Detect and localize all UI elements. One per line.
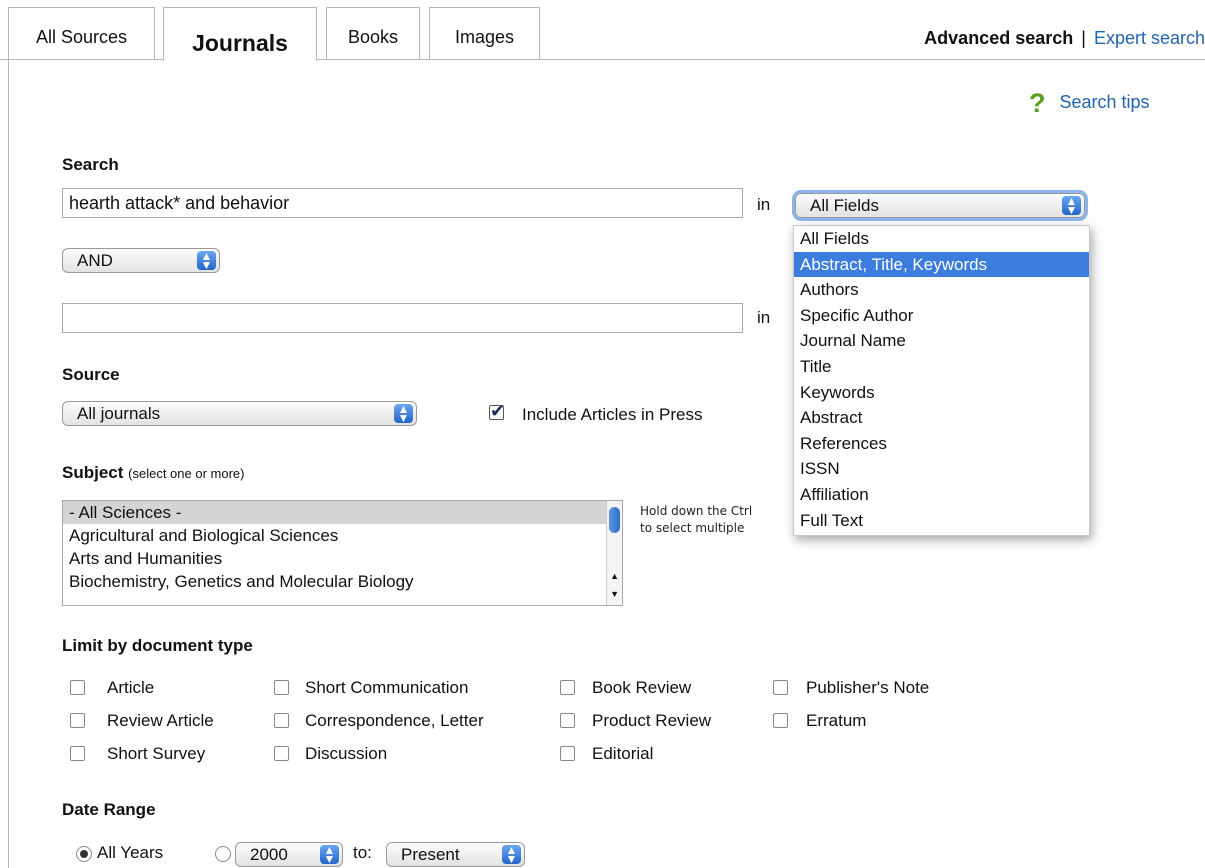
subject-label: Subject: [62, 463, 124, 482]
dropdown-option[interactable]: Authors: [794, 277, 1089, 303]
doc-type-checkbox[interactable]: [773, 680, 788, 695]
dropdown-option[interactable]: Specific Author: [794, 303, 1089, 329]
doc-type-checkbox[interactable]: [70, 713, 85, 728]
search-tips-link[interactable]: ? Search tips: [1029, 88, 1150, 119]
to-year-value: Present: [401, 845, 460, 864]
doc-type-checkbox[interactable]: [274, 746, 289, 761]
dropdown-option[interactable]: Journal Name: [794, 328, 1089, 354]
select-arrows-icon: ▲ ▼: [1062, 195, 1081, 216]
search-tips-label: Search tips: [1059, 92, 1150, 112]
tab-label: Journals: [192, 30, 288, 56]
search-input-1[interactable]: hearth attack* and behavior: [62, 188, 743, 218]
source-select[interactable]: All journals ▲ ▼: [62, 401, 417, 426]
include-press-checkbox[interactable]: [489, 401, 505, 422]
from-year-value: 2000: [250, 845, 288, 864]
tab-journals[interactable]: Journals: [163, 7, 317, 61]
help-line-1: Hold down the Ctrl: [640, 504, 753, 518]
doc-type-label: Short Survey: [107, 744, 206, 763]
all-years-label: All Years: [97, 843, 164, 862]
doc-type-label: Article: [107, 678, 155, 697]
list-item[interactable]: - All Sciences -: [63, 501, 622, 524]
subject-help-text: Hold down the Ctrl to select multiple: [640, 503, 752, 537]
source-select-value: All journals: [77, 404, 161, 423]
doc-type-label: Short Communication: [305, 678, 469, 697]
dropdown-option[interactable]: ISSN: [794, 456, 1089, 482]
doc-type-label: Discussion: [305, 744, 388, 763]
dropdown-option[interactable]: All Fields: [794, 226, 1089, 252]
doc-type-checkbox[interactable]: [773, 713, 788, 728]
subject-heading: Subject (select one or more): [62, 463, 244, 483]
tab-books[interactable]: Books: [326, 7, 420, 59]
doc-type-checkbox[interactable]: [560, 680, 575, 695]
select-arrows-icon: ▲ ▼: [394, 403, 413, 424]
dropdown-option[interactable]: Affiliation: [794, 482, 1089, 508]
scrollbar-thumb[interactable]: [609, 507, 620, 533]
tab-label: Books: [347, 27, 399, 47]
field-select-dropdown: All Fields Abstract, Title, Keywords Aut…: [793, 225, 1090, 536]
doc-type-label: Book Review: [592, 678, 692, 697]
doc-type-label: Review Article: [107, 711, 214, 730]
doc-type-checkbox[interactable]: [560, 746, 575, 761]
dropdown-option[interactable]: Abstract: [794, 405, 1089, 431]
doc-type-label: Publisher's Note: [806, 678, 930, 697]
help-icon: ?: [1029, 88, 1046, 118]
doc-type-label: Editorial: [592, 744, 654, 763]
field-select-1[interactable]: All Fields ▲ ▼: [795, 193, 1085, 218]
doc-type-checkbox[interactable]: [70, 680, 85, 695]
advanced-search-link[interactable]: Advanced search: [924, 28, 1073, 48]
subject-hint: (select one or more): [128, 466, 245, 481]
dropdown-option[interactable]: Full Text: [794, 508, 1089, 534]
tab-label: All Sources: [35, 27, 128, 47]
dropdown-option[interactable]: References: [794, 431, 1089, 457]
search-mode-links: Advanced search | Expert search: [924, 28, 1205, 49]
boolean-operator-value: AND: [77, 251, 113, 270]
to-label: to:: [353, 843, 372, 862]
dropdown-option[interactable]: Title: [794, 354, 1089, 380]
all-years-radio[interactable]: [76, 846, 92, 862]
list-item[interactable]: Agricultural and Biological Sciences: [63, 524, 622, 547]
select-arrows-icon: ▲ ▼: [197, 250, 216, 271]
in-label-1: in: [757, 195, 771, 214]
tab-all-sources[interactable]: All Sources: [8, 7, 155, 59]
doc-type-checkbox[interactable]: [274, 713, 289, 728]
doc-type-label: Correspondence, Letter: [305, 711, 484, 730]
scroll-down-icon[interactable]: ▼: [610, 589, 619, 599]
tab-images[interactable]: Images: [429, 7, 540, 59]
tab-bar: All Sources Journals Books Images Advanc…: [0, 0, 1205, 61]
select-arrows-icon: ▲ ▼: [320, 844, 339, 865]
include-press-label: Include Articles in Press: [522, 405, 703, 424]
doc-type-label: Product Review: [592, 711, 712, 730]
tab-label: Images: [454, 27, 515, 47]
dropdown-option[interactable]: Abstract, Title, Keywords: [794, 251, 1089, 278]
list-item[interactable]: Biochemistry, Genetics and Molecular Bio…: [63, 570, 622, 593]
date-range-heading: Date Range: [62, 800, 156, 819]
expert-search-link[interactable]: Expert search: [1094, 28, 1205, 48]
search-input-2[interactable]: [62, 303, 743, 333]
select-arrows-icon: ▲ ▼: [502, 844, 521, 865]
search-heading: Search: [62, 155, 119, 174]
doc-type-checkbox[interactable]: [70, 746, 85, 761]
scroll-up-icon[interactable]: ▲: [610, 571, 619, 581]
from-year-select[interactable]: 2000 ▲ ▼: [235, 842, 343, 867]
field-select-value: All Fields: [810, 196, 879, 215]
doc-type-checkbox[interactable]: [274, 680, 289, 695]
source-heading: Source: [62, 365, 120, 384]
doc-type-heading: Limit by document type: [62, 636, 253, 655]
to-year-select[interactable]: Present ▲ ▼: [386, 842, 525, 867]
link-separator: |: [1081, 28, 1086, 48]
dropdown-option[interactable]: Keywords: [794, 380, 1089, 406]
year-range-radio[interactable]: [215, 846, 231, 862]
subject-listbox[interactable]: - All Sciences - Agricultural and Biolog…: [62, 500, 623, 606]
doc-type-label: Erratum: [806, 711, 867, 730]
in-label-2: in: [757, 308, 771, 327]
list-item[interactable]: Arts and Humanities: [63, 547, 622, 570]
help-line-2: to select multiple: [640, 521, 745, 535]
doc-type-checkbox[interactable]: [560, 713, 575, 728]
panel-border: [8, 59, 9, 868]
boolean-operator-select[interactable]: AND ▲ ▼: [62, 248, 220, 273]
